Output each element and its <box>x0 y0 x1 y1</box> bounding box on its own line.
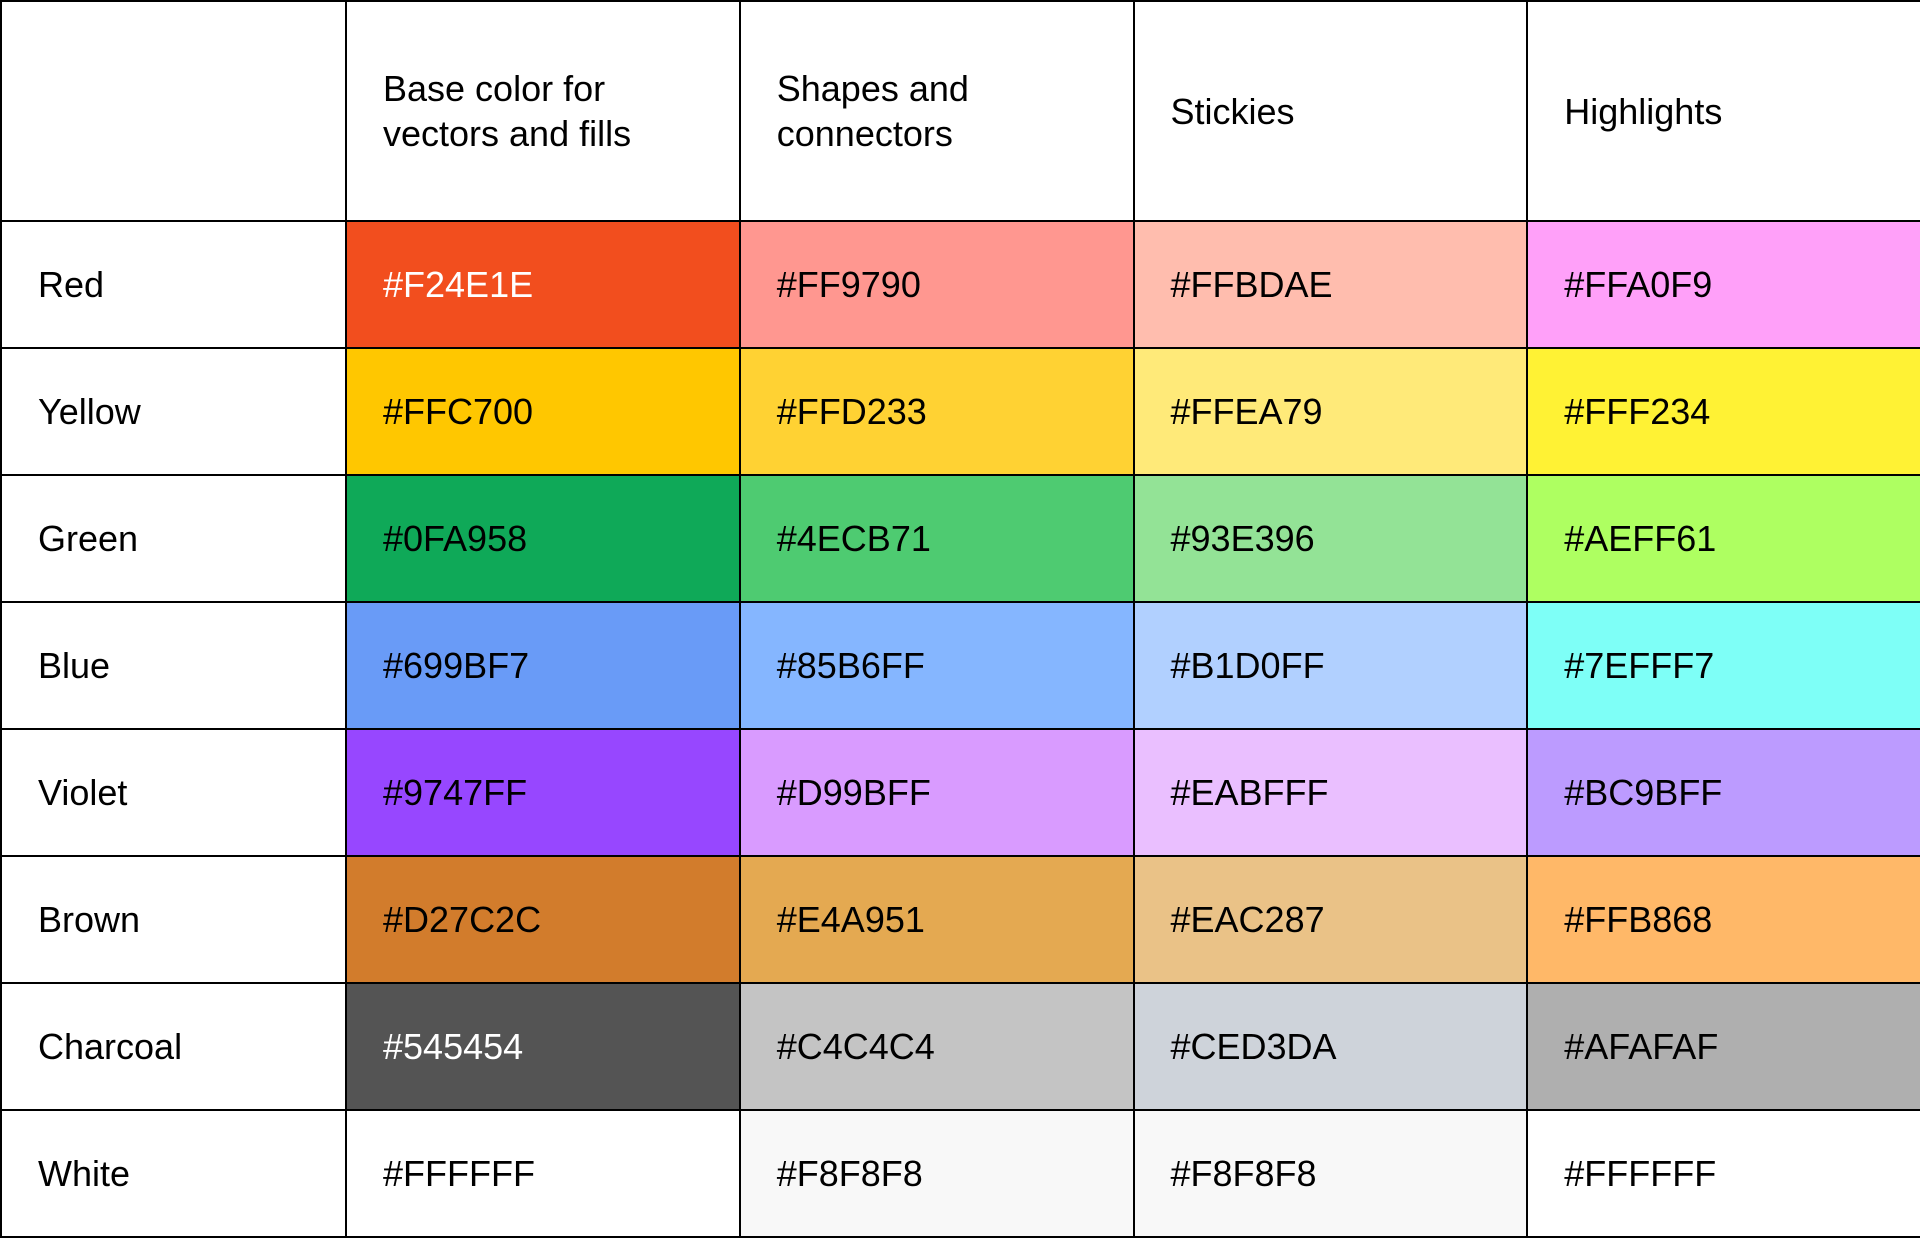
column-header-base: Base color for vectors and fills <box>346 1 740 221</box>
table-row: Yellow#FFC700#FFD233#FFEA79#FFF234 <box>1 348 1920 475</box>
color-swatch-cell: #0FA958 <box>346 475 740 602</box>
table-row: Green#0FA958#4ECB71#93E396#AEFF61 <box>1 475 1920 602</box>
color-swatch-cell: #F8F8F8 <box>1134 1110 1528 1237</box>
color-swatch-cell: #FFA0F9 <box>1527 221 1920 348</box>
table-row: White#FFFFFF#F8F8F8#F8F8F8#FFFFFF <box>1 1110 1920 1237</box>
color-swatch-cell: #EABFFF <box>1134 729 1528 856</box>
color-swatch-cell: #4ECB71 <box>740 475 1134 602</box>
color-swatch-cell: #AEFF61 <box>1527 475 1920 602</box>
color-swatch-cell: #EAC287 <box>1134 856 1528 983</box>
color-swatch-cell: #D99BFF <box>740 729 1134 856</box>
color-swatch-cell: #F24E1E <box>346 221 740 348</box>
table-row: Red#F24E1E#FF9790#FFBDAE#FFA0F9 <box>1 221 1920 348</box>
row-header: White <box>1 1110 346 1237</box>
color-swatch-cell: #699BF7 <box>346 602 740 729</box>
color-swatch-cell: #545454 <box>346 983 740 1110</box>
color-swatch-cell: #85B6FF <box>740 602 1134 729</box>
color-palette-table: Base color for vectors and fills Shapes … <box>0 0 1920 1238</box>
color-swatch-cell: #D27C2C <box>346 856 740 983</box>
color-swatch-cell: #FFFFFF <box>1527 1110 1920 1237</box>
color-swatch-cell: #FFBDAE <box>1134 221 1528 348</box>
table-header-row: Base color for vectors and fills Shapes … <box>1 1 1920 221</box>
table-row: Charcoal#545454#C4C4C4#CED3DA#AFAFAF <box>1 983 1920 1110</box>
row-header: Brown <box>1 856 346 983</box>
row-header: Blue <box>1 602 346 729</box>
color-swatch-cell: #9747FF <box>346 729 740 856</box>
row-header: Green <box>1 475 346 602</box>
row-header: Violet <box>1 729 346 856</box>
table-row: Blue#699BF7#85B6FF#B1D0FF#7EFFF7 <box>1 602 1920 729</box>
color-swatch-cell: #FFF234 <box>1527 348 1920 475</box>
color-swatch-cell: #E4A951 <box>740 856 1134 983</box>
table-row: Violet#9747FF#D99BFF#EABFFF#BC9BFF <box>1 729 1920 856</box>
color-swatch-cell: #FFC700 <box>346 348 740 475</box>
table-row: Brown#D27C2C#E4A951#EAC287#FFB868 <box>1 856 1920 983</box>
color-swatch-cell: #FFB868 <box>1527 856 1920 983</box>
column-header-highlights: Highlights <box>1527 1 1920 221</box>
color-swatch-cell: #AFAFAF <box>1527 983 1920 1110</box>
row-header: Red <box>1 221 346 348</box>
row-header: Yellow <box>1 348 346 475</box>
color-swatch-cell: #CED3DA <box>1134 983 1528 1110</box>
column-header-blank <box>1 1 346 221</box>
color-swatch-cell: #93E396 <box>1134 475 1528 602</box>
color-swatch-cell: #FFFFFF <box>346 1110 740 1237</box>
color-swatch-cell: #F8F8F8 <box>740 1110 1134 1237</box>
color-swatch-cell: #B1D0FF <box>1134 602 1528 729</box>
color-swatch-cell: #C4C4C4 <box>740 983 1134 1110</box>
row-header: Charcoal <box>1 983 346 1110</box>
color-swatch-cell: #FFD233 <box>740 348 1134 475</box>
color-swatch-cell: #BC9BFF <box>1527 729 1920 856</box>
color-swatch-cell: #7EFFF7 <box>1527 602 1920 729</box>
color-swatch-cell: #FF9790 <box>740 221 1134 348</box>
column-header-stickies: Stickies <box>1134 1 1528 221</box>
color-swatch-cell: #FFEA79 <box>1134 348 1528 475</box>
column-header-shapes: Shapes and connectors <box>740 1 1134 221</box>
